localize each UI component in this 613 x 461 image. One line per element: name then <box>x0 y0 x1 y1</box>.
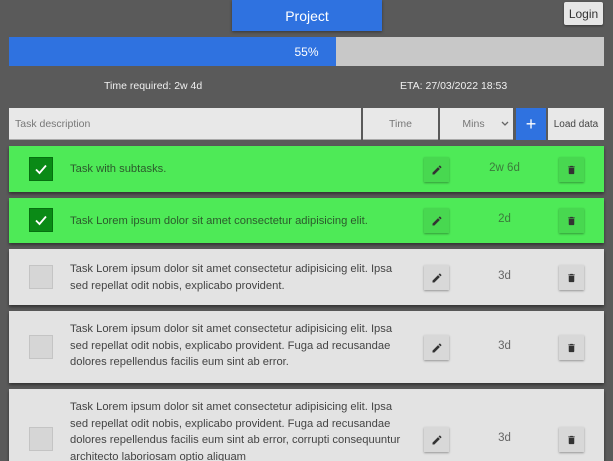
edit-task-button[interactable] <box>424 265 449 290</box>
login-button[interactable]: Login <box>564 2 603 25</box>
task-row: Task Lorem ipsum dolor sit amet consecte… <box>9 249 604 305</box>
task-duration: 3d <box>498 270 511 282</box>
trash-icon <box>566 272 577 284</box>
add-task-button[interactable]: + <box>516 108 546 140</box>
progress-label: 55% <box>294 44 319 59</box>
task-description-input[interactable]: Task description <box>9 108 361 140</box>
project-button[interactable]: Project <box>232 0 382 31</box>
unit-select[interactable]: Mins <box>440 108 513 140</box>
check-icon <box>34 163 48 175</box>
pencil-icon <box>431 164 443 176</box>
delete-task-button[interactable] <box>559 265 584 290</box>
trash-icon <box>566 434 577 446</box>
time-input[interactable]: Time <box>363 108 438 140</box>
edit-task-button[interactable] <box>424 157 449 182</box>
chevron-down-icon <box>501 121 509 127</box>
delete-task-button[interactable] <box>559 335 584 360</box>
pencil-icon <box>431 434 443 446</box>
task-checkbox[interactable] <box>29 208 53 232</box>
unit-select-value: Mins <box>462 117 485 130</box>
plus-icon: + <box>525 113 537 134</box>
task-checkbox[interactable] <box>29 265 53 289</box>
check-icon <box>34 214 48 226</box>
time-required-text: Time required: 2w 4d <box>104 80 203 92</box>
eta-text: ETA: 27/03/2022 18:53 <box>400 80 508 92</box>
delete-task-button[interactable] <box>559 157 584 182</box>
task-duration: 3d <box>498 340 511 352</box>
progress-bar: 55% <box>9 37 604 66</box>
edit-task-button[interactable] <box>424 335 449 360</box>
task-text: Task Lorem ipsum dolor sit amet consecte… <box>70 401 401 461</box>
task-checkbox[interactable] <box>29 335 53 359</box>
delete-task-button[interactable] <box>559 427 584 452</box>
task-checkbox[interactable] <box>29 427 53 451</box>
trash-icon <box>566 342 577 354</box>
pencil-icon <box>431 342 443 354</box>
pencil-icon <box>431 272 443 284</box>
task-text: Task Lorem ipsum dolor sit amet consecte… <box>70 215 368 227</box>
task-text: Task with subtasks. <box>70 163 167 175</box>
trash-icon <box>566 215 577 227</box>
task-checkbox[interactable] <box>29 157 53 181</box>
delete-task-button[interactable] <box>559 208 584 233</box>
task-row: Task with subtasks. 2w 6d <box>9 146 604 192</box>
load-data-button[interactable]: Load data <box>548 108 604 140</box>
pencil-icon <box>431 215 443 227</box>
edit-task-button[interactable] <box>424 427 449 452</box>
task-text: Task Lorem ipsum dolor sit amet consecte… <box>70 323 393 368</box>
task-duration: 2w 6d <box>489 162 520 174</box>
task-row: Task Lorem ipsum dolor sit amet consecte… <box>9 311 604 383</box>
task-duration: 3d <box>498 432 511 444</box>
trash-icon <box>566 164 577 176</box>
task-row: Task Lorem ipsum dolor sit amet consecte… <box>9 389 604 461</box>
task-row: Task Lorem ipsum dolor sit amet consecte… <box>9 198 604 243</box>
edit-task-button[interactable] <box>424 208 449 233</box>
task-text: Task Lorem ipsum dolor sit amet consecte… <box>70 263 393 292</box>
task-duration: 2d <box>498 213 511 225</box>
